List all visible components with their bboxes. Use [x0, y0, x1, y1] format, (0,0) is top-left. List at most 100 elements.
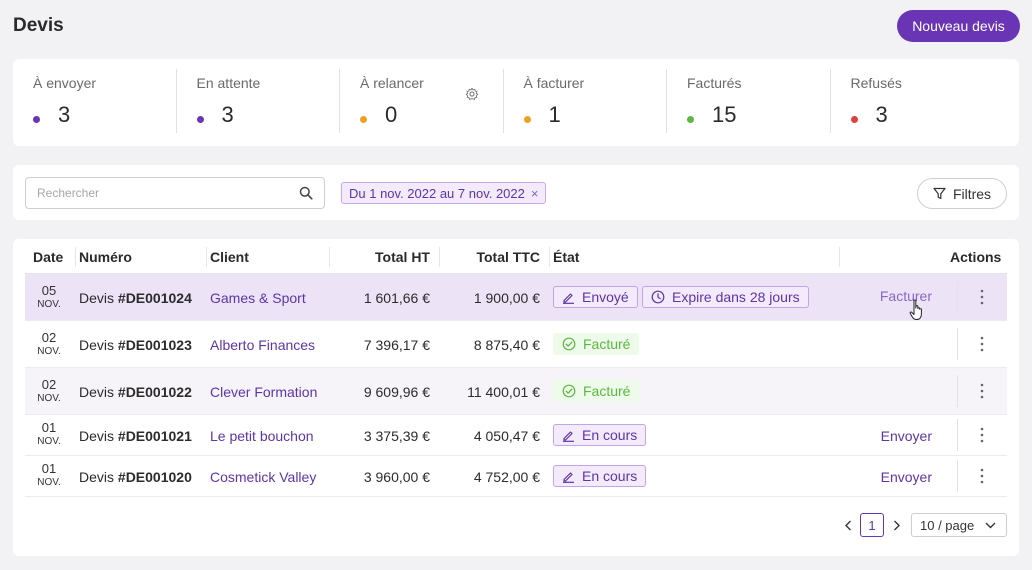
- hand-cursor-icon: [909, 299, 922, 320]
- more-options-icon[interactable]: [979, 383, 985, 399]
- quotes-table: Date Numéro Client Total HT Total TTC Ét…: [13, 239, 1019, 556]
- row-total-ht: 1 601,66 €: [363, 290, 430, 306]
- more-options-icon[interactable]: [979, 336, 985, 352]
- status-badge: Envoyé: [553, 286, 638, 308]
- status-badge: Facturé: [553, 380, 640, 402]
- clock-icon: [651, 290, 665, 304]
- row-date-month: NOV.: [37, 477, 61, 488]
- more-options-icon[interactable]: [979, 289, 985, 305]
- close-icon[interactable]: ×: [531, 186, 539, 201]
- row-number[interactable]: Devis #DE001022: [79, 384, 192, 400]
- send-link[interactable]: Envoyer: [852, 469, 932, 485]
- pagination-current-page[interactable]: 1: [860, 513, 884, 537]
- row-date-month: NOV.: [37, 393, 61, 404]
- row-client[interactable]: Alberto Finances: [210, 337, 315, 353]
- row-date-month: NOV.: [37, 346, 61, 357]
- row-date-day: 02: [41, 330, 57, 345]
- stat-label: Facturés: [687, 75, 742, 91]
- stat-refused[interactable]: Refusés 3: [831, 69, 995, 133]
- stat-to-remind[interactable]: À relancer 0: [340, 69, 504, 133]
- stat-value: 15: [712, 102, 737, 127]
- row-client[interactable]: Games & Sport: [210, 290, 306, 306]
- page-title: Devis: [13, 15, 64, 36]
- stat-to-invoice[interactable]: À facturer 1: [504, 69, 667, 133]
- row-date-day: 01: [41, 420, 57, 435]
- row-total-ttc: 1 900,00 €: [473, 290, 540, 306]
- row-total-ttc: 4 752,00 €: [473, 469, 540, 485]
- filters-button[interactable]: Filtres: [917, 178, 1007, 209]
- stat-pending[interactable]: En attente 3: [177, 69, 340, 133]
- chevron-left-icon[interactable]: [844, 520, 852, 531]
- stat-value: 3: [875, 102, 888, 127]
- pencil-icon: [563, 430, 574, 442]
- status-dot: [196, 115, 204, 123]
- status-badge: En cours: [553, 465, 647, 487]
- expiry-badge: Expire dans 28 jours: [642, 286, 809, 308]
- date-range-chip[interactable]: Du 1 nov. 2022 au 7 nov. 2022 ×: [341, 182, 547, 204]
- search-input[interactable]: [37, 178, 287, 208]
- stat-label: À envoyer: [33, 75, 97, 91]
- row-total-ttc: 8 875,40 €: [473, 337, 540, 353]
- status-dot: [360, 115, 367, 123]
- column-header-total-ht[interactable]: Total HT: [330, 249, 430, 265]
- table-row[interactable]: 02 NOV. Devis #DE001022 Clever Formation…: [25, 368, 1007, 415]
- date-range-label: Du 1 nov. 2022 au 7 nov. 2022: [349, 185, 525, 201]
- status-dot: [523, 115, 531, 123]
- column-header-total-ttc[interactable]: Total TTC: [440, 249, 540, 265]
- pencil-icon: [563, 292, 574, 304]
- row-number[interactable]: Devis #DE001023: [79, 337, 192, 353]
- search-icon[interactable]: [299, 186, 313, 200]
- row-client[interactable]: Cosmetick Valley: [210, 469, 316, 485]
- row-total-ht: 3 960,00 €: [363, 469, 430, 485]
- row-date-day: 01: [41, 461, 57, 476]
- status-badge: Facturé: [553, 333, 640, 355]
- stat-value: 3: [221, 102, 234, 127]
- stat-value: 0: [385, 102, 398, 127]
- page-size-select[interactable]: 10 / page: [911, 513, 1007, 537]
- row-date-day: 02: [41, 377, 57, 392]
- pencil-icon: [563, 471, 574, 483]
- stat-label: Refusés: [850, 75, 902, 91]
- check-circle-icon: [562, 384, 576, 398]
- row-date-month: NOV.: [37, 436, 61, 447]
- chevron-right-icon[interactable]: [893, 520, 901, 531]
- column-header-number[interactable]: Numéro: [79, 249, 132, 265]
- stat-label: À relancer: [360, 75, 424, 91]
- table-row[interactable]: 01 NOV. Devis #DE001021 Le petit bouchon…: [25, 415, 1007, 456]
- row-client[interactable]: Le petit bouchon: [210, 428, 314, 444]
- gear-icon[interactable]: [465, 87, 479, 101]
- filters-label: Filtres: [952, 185, 992, 202]
- row-total-ht: 9 609,96 €: [363, 384, 430, 400]
- row-total-ttc: 4 050,47 €: [473, 428, 540, 444]
- stat-value: 3: [58, 102, 71, 127]
- filter-bar: Du 1 nov. 2022 au 7 nov. 2022 × Filtres: [13, 165, 1019, 220]
- stat-value: 1: [548, 102, 561, 127]
- row-total-ht: 7 396,17 €: [363, 337, 430, 353]
- row-number[interactable]: Devis #DE001024: [79, 290, 192, 306]
- table-header: Date Numéro Client Total HT Total TTC Ét…: [25, 239, 1007, 274]
- row-number[interactable]: Devis #DE001020: [79, 469, 192, 485]
- stat-label: À facturer: [523, 75, 585, 91]
- table-row[interactable]: 02 NOV. Devis #DE001023 Alberto Finances…: [25, 321, 1007, 368]
- filter-icon: [933, 187, 946, 200]
- status-dot: [850, 115, 858, 123]
- stat-invoiced[interactable]: Facturés 15: [667, 69, 831, 133]
- table-row[interactable]: 01 NOV. Devis #DE001020 Cosmetick Valley…: [25, 456, 1007, 497]
- row-total-ttc: 11 400,01 €: [467, 384, 540, 400]
- column-header-status[interactable]: État: [553, 249, 579, 265]
- page-size-value: 10 / page: [920, 517, 975, 533]
- column-header-date[interactable]: Date: [33, 249, 63, 265]
- stat-to-send[interactable]: À envoyer 3: [13, 69, 177, 133]
- send-link[interactable]: Envoyer: [852, 428, 932, 444]
- new-quote-button[interactable]: Nouveau devis: [897, 10, 1020, 42]
- column-header-client[interactable]: Client: [210, 249, 249, 265]
- row-date-day: 05: [41, 283, 57, 298]
- check-circle-icon: [562, 337, 576, 351]
- table-row[interactable]: 05 NOV. Devis #DE001024 Games & Sport 1 …: [25, 274, 1007, 321]
- more-options-icon[interactable]: [979, 427, 985, 443]
- row-client[interactable]: Clever Formation: [210, 384, 317, 400]
- more-options-icon[interactable]: [979, 468, 985, 484]
- search-box[interactable]: [25, 177, 325, 209]
- row-number[interactable]: Devis #DE001021: [79, 428, 192, 444]
- stat-label: En attente: [196, 75, 261, 91]
